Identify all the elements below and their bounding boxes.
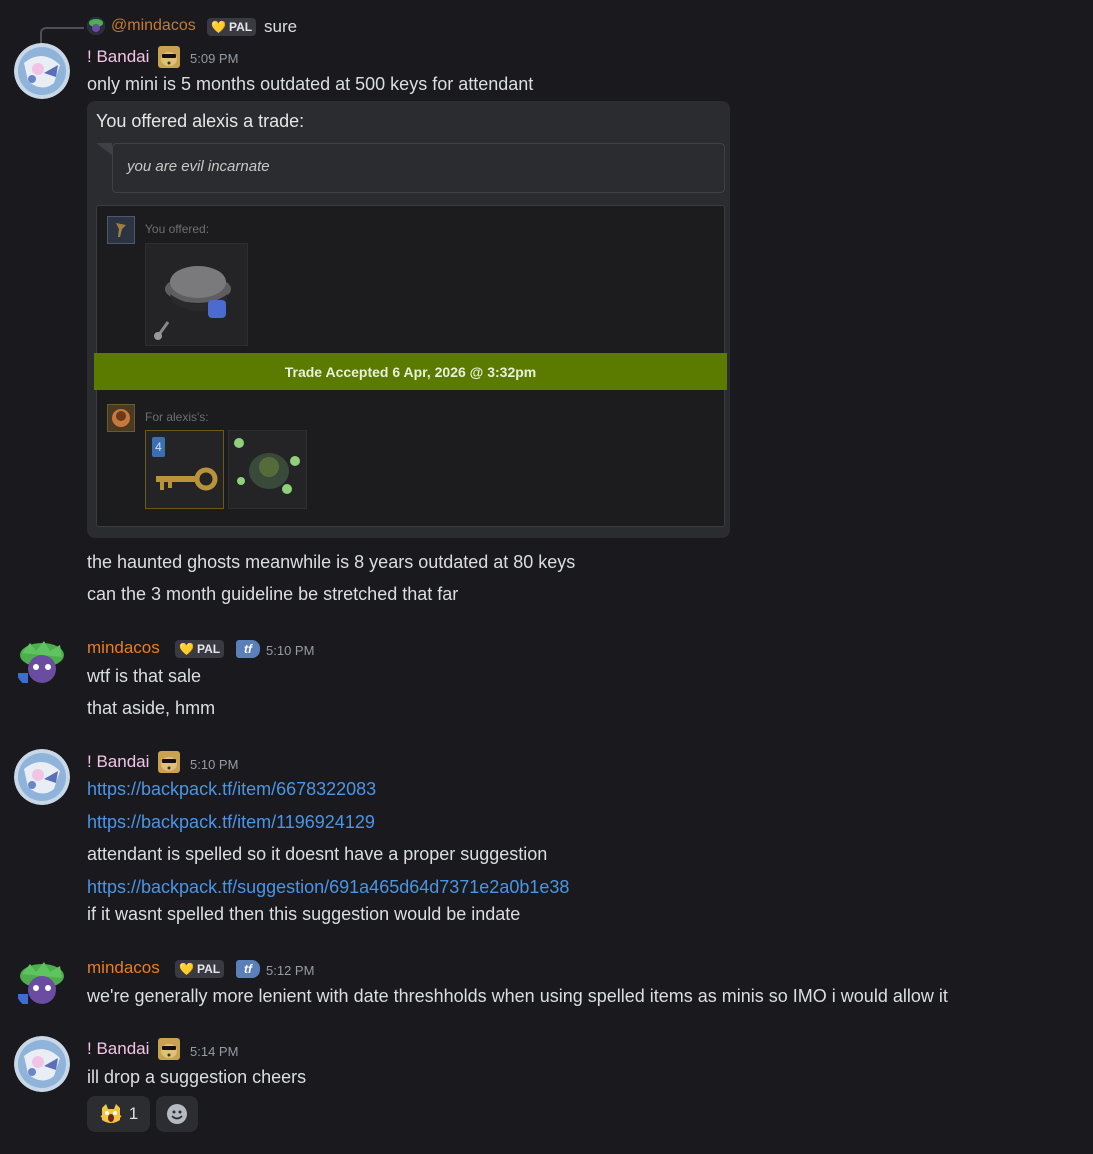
quote-text: you are evil incarnate xyxy=(127,158,270,175)
doge-emoji-icon xyxy=(158,751,180,773)
heart-icon: 💛 xyxy=(211,20,226,34)
trade-embed[interactable]: You offered alexis a trade: you are evil… xyxy=(87,101,730,538)
timestamp: 5:12 PM xyxy=(266,963,315,978)
timestamp: 5:10 PM xyxy=(190,757,239,772)
avatar-bandai[interactable] xyxy=(14,43,70,99)
timestamp: 5:14 PM xyxy=(190,1044,239,1059)
timestamp: 5:10 PM xyxy=(266,643,315,658)
message-text: attendant is spelled so it doesnt have a… xyxy=(87,844,548,864)
timestamp: 5:09 PM xyxy=(190,51,239,66)
hat-item[interactable] xyxy=(145,243,248,346)
user-icon-you xyxy=(107,216,135,244)
backpack-suggestion-link[interactable]: https://backpack.tf/suggestion/691a465d6… xyxy=(87,876,569,898)
reply-pal-badge: 💛 PAL xyxy=(207,18,257,36)
avatar-bandai[interactable] xyxy=(14,749,70,805)
reaction-count: 1 xyxy=(128,1104,139,1123)
reply-spine xyxy=(40,27,84,45)
heart-icon: 💛 xyxy=(179,642,194,656)
username-bandai[interactable]: ! Bandai xyxy=(87,1039,149,1059)
heart-icon: 💛 xyxy=(179,962,194,976)
tf-badge: tf xyxy=(236,640,260,658)
pal-badge: 💛 PAL xyxy=(175,960,225,978)
username-bandai[interactable]: ! Bandai xyxy=(87,47,149,67)
username-bandai[interactable]: ! Bandai xyxy=(87,752,149,772)
reply-username[interactable]: @mindacos xyxy=(111,17,196,35)
scream-cat-icon xyxy=(99,1102,123,1126)
reply-avatar[interactable] xyxy=(87,17,105,35)
avatar-mindacos[interactable] xyxy=(14,635,70,691)
quote-tail xyxy=(96,143,112,155)
message-text: that aside, hmm xyxy=(87,698,216,718)
embed-title: You offered alexis a trade: xyxy=(96,111,305,131)
key-item[interactable]: 4 xyxy=(145,430,224,509)
pal-badge: 💛 PAL xyxy=(175,640,225,658)
ghost-hat-item[interactable] xyxy=(228,430,307,509)
reply-text[interactable]: sure xyxy=(264,17,297,37)
message-text: can the 3 month guideline be stretched t… xyxy=(87,584,459,604)
message-text: wtf is that sale xyxy=(87,666,202,686)
username-mindacos[interactable]: mindacos xyxy=(87,958,160,978)
message-text: only mini is 5 months outdated at 500 ke… xyxy=(87,74,534,94)
avatar-mindacos[interactable] xyxy=(14,956,70,1012)
doge-emoji-icon xyxy=(158,1038,180,1060)
add-reaction-button[interactable] xyxy=(156,1096,198,1132)
doge-emoji-icon xyxy=(158,46,180,68)
trade-panel: You offered: Trade Accepted 6 Apr, 2026 … xyxy=(94,205,727,527)
for-alexis-label: For alexis's: xyxy=(145,410,209,424)
you-offered-label: You offered: xyxy=(145,222,210,236)
trade-accepted-banner: Trade Accepted 6 Apr, 2026 @ 3:32pm xyxy=(94,353,727,390)
quote-box: you are evil incarnate xyxy=(112,143,725,193)
smiley-icon xyxy=(166,1103,188,1125)
tf-badge: tf xyxy=(236,960,260,978)
username-mindacos[interactable]: mindacos xyxy=(87,638,160,658)
reaction-scream-cat[interactable]: 1 xyxy=(87,1096,150,1132)
message-text: ill drop a suggestion cheers xyxy=(87,1067,307,1087)
message-text: if it wasnt spelled then this suggestion… xyxy=(87,904,521,924)
message-text: the haunted ghosts meanwhile is 8 years … xyxy=(87,552,576,572)
avatar-bandai[interactable] xyxy=(14,1036,70,1092)
backpack-item-link[interactable]: https://backpack.tf/item/1196924129 xyxy=(87,811,375,833)
message-text: we're generally more lenient with date t… xyxy=(87,986,948,1006)
user-icon-alexis xyxy=(107,404,135,432)
backpack-item-link[interactable]: https://backpack.tf/item/6678322083 xyxy=(87,778,376,800)
